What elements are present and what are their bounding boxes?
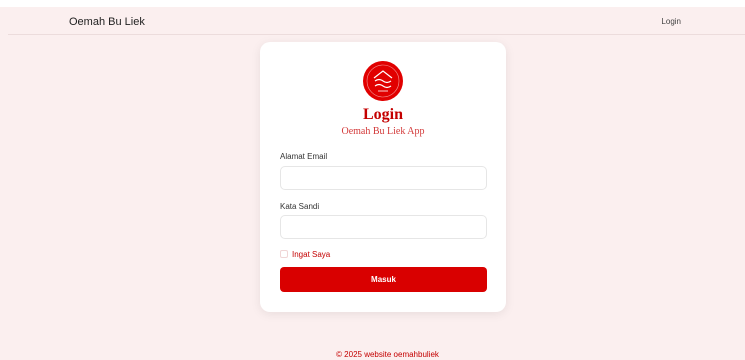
brand-name[interactable]: Oemah Bu Liek [69,16,145,28]
navbar: Oemah Bu Liek Login [8,7,745,35]
login-title: Login [362,106,403,123]
password-input[interactable] [280,215,487,239]
email-input[interactable] [280,166,487,190]
nav-login-link[interactable]: Login [661,17,681,26]
remember-me[interactable]: Ingat Saya [280,248,330,260]
email-label: Alamat Email [280,152,328,161]
footer: © 2025 website oemahbuliek [0,350,745,359]
login-card: Login Oemah Bu Liek App Alamat Email Kat… [260,42,506,312]
submit-login-button[interactable]: Masuk [280,267,487,292]
top-strip [0,0,745,7]
remember-me-checkbox[interactable] [280,250,288,258]
password-label: Kata Sandi [280,202,320,211]
footer-text: © 2025 website oemahbuliek [336,350,439,359]
app-subtitle: Oemah Bu Liek App [341,126,425,137]
brand-logo-icon [363,61,403,101]
remember-me-label[interactable]: Ingat Saya [292,250,330,259]
